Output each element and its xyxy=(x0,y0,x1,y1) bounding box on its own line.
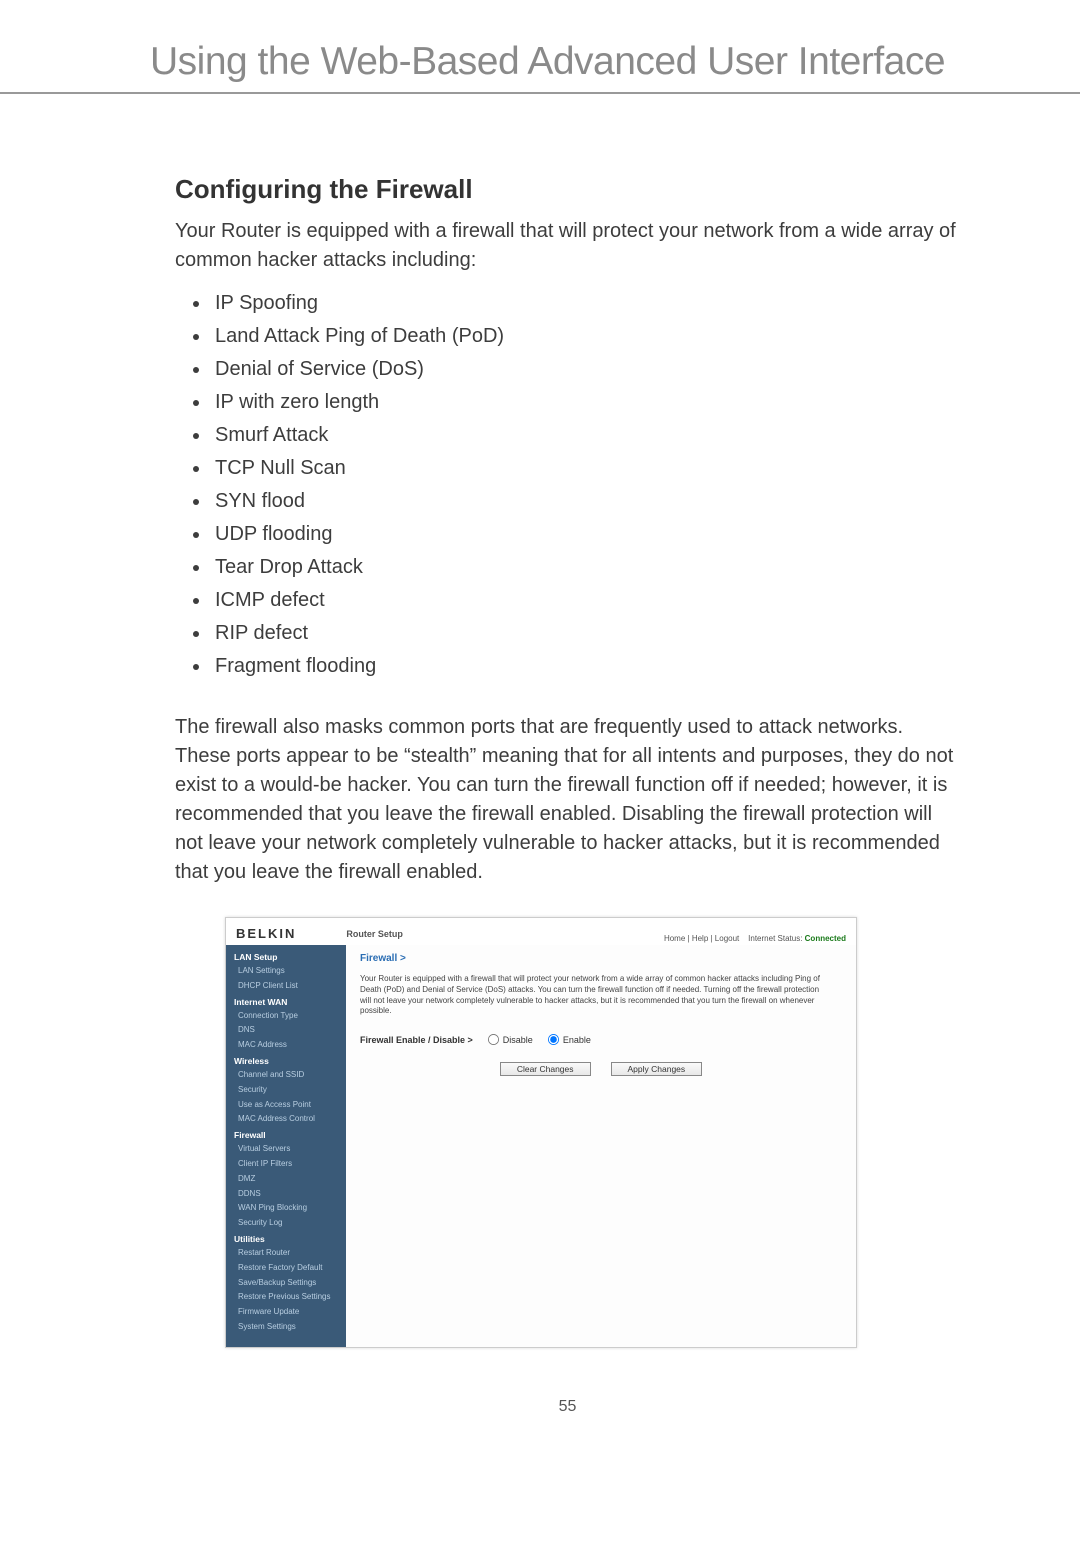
radio-enable-label: Enable xyxy=(563,1035,591,1045)
section-heading: Configuring the Firewall xyxy=(175,174,960,205)
attack-list-item: Land Attack Ping of Death (PoD) xyxy=(211,320,960,353)
page-number: 55 xyxy=(175,1398,960,1416)
sidebar-item[interactable]: Firmware Update xyxy=(226,1305,346,1320)
router-content: Firewall > Your Router is equipped with … xyxy=(346,945,856,1347)
link-home[interactable]: Home xyxy=(664,934,685,943)
link-logout[interactable]: Logout xyxy=(715,934,739,943)
sidebar-item[interactable]: Client IP Filters xyxy=(226,1157,346,1172)
sidebar-item[interactable]: Save/Backup Settings xyxy=(226,1276,346,1291)
sidebar-item[interactable]: DDNS xyxy=(226,1187,346,1202)
router-main: LAN SetupLAN SettingsDHCP Client ListInt… xyxy=(226,945,856,1347)
sidebar-item[interactable]: Channel and SSID xyxy=(226,1068,346,1083)
sidebar-item[interactable]: Connection Type xyxy=(226,1009,346,1024)
attack-list-item: Denial of Service (DoS) xyxy=(211,353,960,386)
stealth-paragraph: The firewall also masks common ports tha… xyxy=(175,713,960,887)
page-title: Using the Web-Based Advanced User Interf… xyxy=(150,40,1020,84)
apply-changes-button[interactable]: Apply Changes xyxy=(611,1062,703,1076)
firewall-toggle-row: Firewall Enable / Disable > Disable Enab… xyxy=(360,1033,842,1046)
router-product-label: Router Setup xyxy=(346,929,403,939)
router-buttons: Clear Changes Apply Changes xyxy=(360,1062,842,1076)
sidebar-item[interactable]: WAN Ping Blocking xyxy=(226,1201,346,1216)
sidebar-item[interactable]: System Settings xyxy=(226,1320,346,1335)
sidebar-item[interactable]: MAC Address xyxy=(226,1038,346,1053)
attack-list-item: RIP defect xyxy=(211,617,960,650)
sidebar-item[interactable]: Restore Factory Default xyxy=(226,1261,346,1276)
sidebar-item[interactable]: Use as Access Point xyxy=(226,1098,346,1113)
sidebar-item[interactable]: Restore Previous Settings xyxy=(226,1290,346,1305)
intro-paragraph: Your Router is equipped with a firewall … xyxy=(175,217,960,275)
router-ui-screenshot: BELKIN Router Setup Home | Help | Logout… xyxy=(225,917,857,1348)
status-value: Connected xyxy=(805,934,846,943)
radio-disable-input[interactable] xyxy=(488,1034,499,1045)
sidebar-group: LAN Setup xyxy=(226,949,346,964)
sidebar-item[interactable]: DNS xyxy=(226,1023,346,1038)
router-description: Your Router is equipped with a firewall … xyxy=(360,974,820,1017)
sidebar-item[interactable]: LAN Settings xyxy=(226,964,346,979)
router-toplinks: Home | Help | Logout Internet Status: Co… xyxy=(664,934,846,943)
body-area: Configuring the Firewall Your Router is … xyxy=(0,174,1080,1416)
sidebar-item[interactable]: Virtual Servers xyxy=(226,1142,346,1157)
radio-disable[interactable]: Disable xyxy=(487,1033,533,1046)
router-logo: BELKIN xyxy=(236,926,296,941)
link-help[interactable]: Help xyxy=(692,934,708,943)
attack-list: IP SpoofingLand Attack Ping of Death (Po… xyxy=(175,287,960,683)
sidebar-item[interactable]: MAC Address Control xyxy=(226,1112,346,1127)
attack-list-item: Smurf Attack xyxy=(211,419,960,452)
sidebar-item[interactable]: DHCP Client List xyxy=(226,979,346,994)
sidebar-item[interactable]: DMZ xyxy=(226,1172,346,1187)
sidebar-group: Internet WAN xyxy=(226,994,346,1009)
status-label: Internet Status: xyxy=(748,934,802,943)
toggle-label: Firewall Enable / Disable > xyxy=(360,1035,473,1045)
attack-list-item: SYN flood xyxy=(211,485,960,518)
attack-list-item: TCP Null Scan xyxy=(211,452,960,485)
attack-list-item: Tear Drop Attack xyxy=(211,551,960,584)
radio-enable-input[interactable] xyxy=(548,1034,559,1045)
attack-list-item: IP with zero length xyxy=(211,386,960,419)
sidebar-item[interactable]: Restart Router xyxy=(226,1246,346,1261)
attack-list-item: IP Spoofing xyxy=(211,287,960,320)
sidebar-item[interactable]: Security xyxy=(226,1083,346,1098)
sidebar-group: Utilities xyxy=(226,1231,346,1246)
sidebar-group: Firewall xyxy=(226,1127,346,1142)
clear-changes-button[interactable]: Clear Changes xyxy=(500,1062,591,1076)
document-page: Using the Web-Based Advanced User Interf… xyxy=(0,0,1080,1456)
sidebar-group: Wireless xyxy=(226,1053,346,1068)
radio-enable[interactable]: Enable xyxy=(547,1033,591,1046)
router-sidebar: LAN SetupLAN SettingsDHCP Client ListInt… xyxy=(226,945,346,1347)
page-title-wrap: Using the Web-Based Advanced User Interf… xyxy=(0,40,1080,94)
attack-list-item: ICMP defect xyxy=(211,584,960,617)
radio-disable-label: Disable xyxy=(503,1035,533,1045)
router-topbar: BELKIN Router Setup Home | Help | Logout… xyxy=(226,918,856,945)
sidebar-item[interactable]: Security Log xyxy=(226,1216,346,1231)
router-breadcrumb: Firewall > xyxy=(360,953,842,964)
attack-list-item: UDP flooding xyxy=(211,518,960,551)
attack-list-item: Fragment flooding xyxy=(211,650,960,683)
